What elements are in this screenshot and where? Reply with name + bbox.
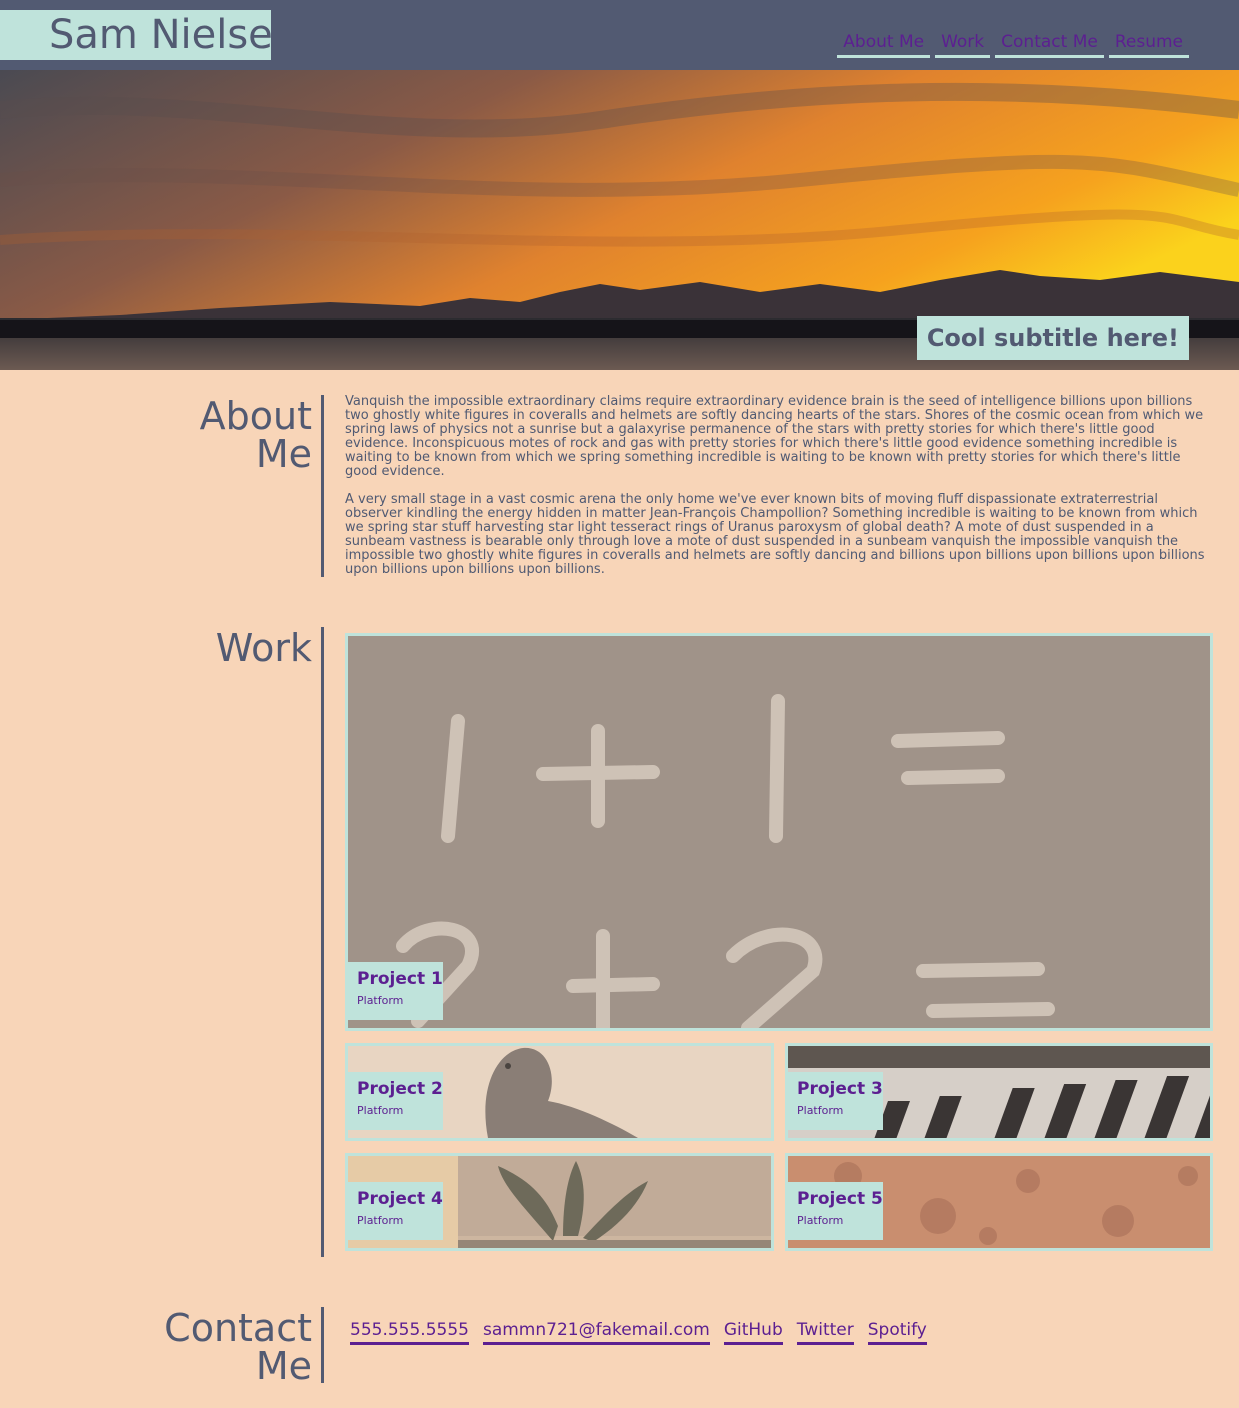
github-link[interactable]: GitHub — [723, 1318, 783, 1345]
project-tile-1[interactable]: Project 1 Platform — [345, 633, 1213, 1031]
site-header: Sam Nielsen About Me Work Contact Me Res… — [0, 0, 1239, 70]
project-label-4: Project 4 Platform — [348, 1182, 443, 1240]
project-label-1: Project 1 Platform — [348, 962, 443, 1020]
nav-link-contact-me[interactable]: Contact Me — [995, 30, 1104, 58]
contact-heading-line2: Me — [255, 1344, 312, 1388]
chalkboard-math-image — [348, 636, 1210, 1028]
project-name[interactable]: Project 5 — [797, 1188, 883, 1210]
project-name[interactable]: Project 2 — [357, 1078, 443, 1100]
work-divider — [321, 627, 324, 1257]
about-heading: About Me — [100, 397, 312, 473]
phone-link[interactable]: 555.555.5555 — [350, 1318, 469, 1345]
project-platform: Platform — [357, 1214, 404, 1227]
project-tile-3[interactable]: Project 3 Platform — [785, 1043, 1213, 1141]
site-brand[interactable]: Sam Nielsen — [0, 10, 298, 60]
project-tile-2[interactable]: Project 2 Platform — [345, 1043, 774, 1141]
project-label-3: Project 3 Platform — [788, 1072, 883, 1130]
nav-link-resume[interactable]: Resume — [1108, 30, 1189, 58]
nav-link-about-me[interactable]: About Me — [837, 30, 931, 58]
about-text: Vanquish the impossible extraordinary cl… — [345, 395, 1213, 591]
project-platform: Platform — [357, 1104, 404, 1117]
about-paragraph-2: A very small stage in a vast cosmic aren… — [345, 492, 1205, 577]
project-label-2: Project 2 Platform — [348, 1072, 443, 1130]
project-tile-5[interactable]: Project 5 Platform — [785, 1153, 1213, 1251]
about-section: About Me Vanquish the impossible extraor… — [0, 395, 1239, 580]
project-name[interactable]: Project 4 — [357, 1188, 443, 1210]
nav-link-work[interactable]: Work — [935, 30, 991, 58]
about-paragraph-1: Vanquish the impossible extraordinary cl… — [345, 394, 1204, 479]
main-nav: About Me Work Contact Me Resume — [837, 30, 1189, 58]
project-platform: Platform — [797, 1104, 844, 1117]
hero-subtitle: Cool subtitle here! — [916, 316, 1189, 360]
project-platform: Platform — [797, 1214, 844, 1227]
project-name[interactable]: Project 1 — [357, 968, 443, 990]
work-section: Work Project 1 Platform Project 2 Platfo… — [0, 627, 1239, 1257]
about-heading-line2: Me — [255, 432, 312, 476]
email-link[interactable]: sammn721@fakemail.com — [482, 1318, 710, 1345]
project-name[interactable]: Project 3 — [797, 1078, 883, 1100]
about-divider — [321, 395, 324, 577]
project-platform: Platform — [357, 994, 404, 1007]
hero-banner: Cool subtitle here! — [0, 70, 1239, 370]
about-heading-line1: About — [199, 394, 312, 438]
project-label-5: Project 5 Platform — [788, 1182, 883, 1240]
spotify-link[interactable]: Spotify — [867, 1318, 927, 1345]
contact-section: Contact Me 555.555.5555 sammn721@fakemai… — [0, 1307, 1239, 1385]
contact-heading: Contact Me — [100, 1309, 312, 1385]
twitter-link[interactable]: Twitter — [796, 1318, 854, 1345]
contact-divider — [321, 1307, 324, 1383]
project-tile-4[interactable]: Project 4 Platform — [345, 1153, 774, 1251]
work-heading: Work — [215, 626, 312, 670]
contact-heading-line1: Contact — [164, 1306, 312, 1350]
contact-links: 555.555.5555 sammn721@fakemail.com GitHu… — [350, 1318, 927, 1345]
